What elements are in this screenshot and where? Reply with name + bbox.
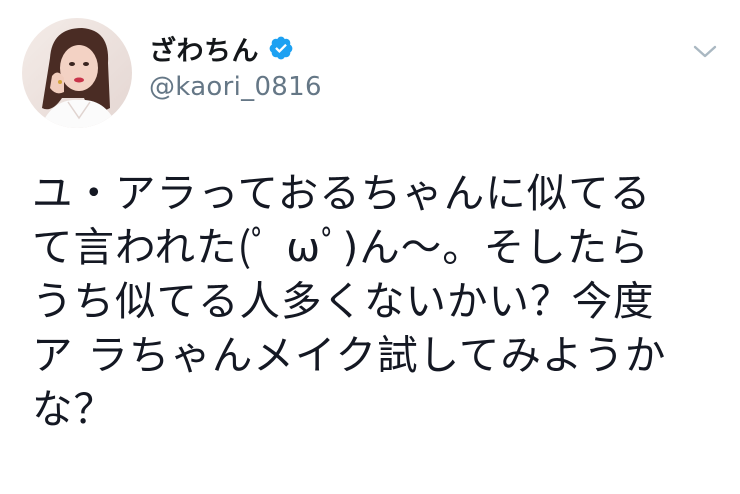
tweet-text-line: ア ラちゃんメイク試してみようか — [32, 331, 667, 379]
chevron-down-icon — [693, 45, 717, 58]
author-name-row[interactable]: ざわちん — [149, 29, 294, 68]
user-handle[interactable]: @kaori_0816 — [149, 72, 322, 102]
tweet-text-line: て言われた(ﾟ ωﾟ)ん〜。そしたら — [32, 223, 650, 271]
tweet-menu-button[interactable] — [688, 38, 722, 66]
tweet-text-line: うち似てる人多くないかい？今度 — [32, 277, 655, 325]
tweet-text-line: ユ・アラっておるちゃんに似てる — [32, 169, 652, 217]
verified-badge-icon — [268, 35, 294, 61]
tweet-text: ユ・アラっておるちゃんに似てる て言われた(ﾟ ωﾟ)ん〜。そしたら うち似てる… — [32, 166, 722, 436]
tweet-card: ざわちん @kaori_0816 ユ・アラっておるちゃんに似てる て言われた(ﾟ… — [0, 0, 740, 494]
avatar[interactable] — [22, 18, 132, 128]
tweet-text-line: な？ — [32, 385, 115, 433]
avatar-image — [22, 18, 132, 128]
display-name[interactable]: ざわちん — [149, 29, 259, 68]
